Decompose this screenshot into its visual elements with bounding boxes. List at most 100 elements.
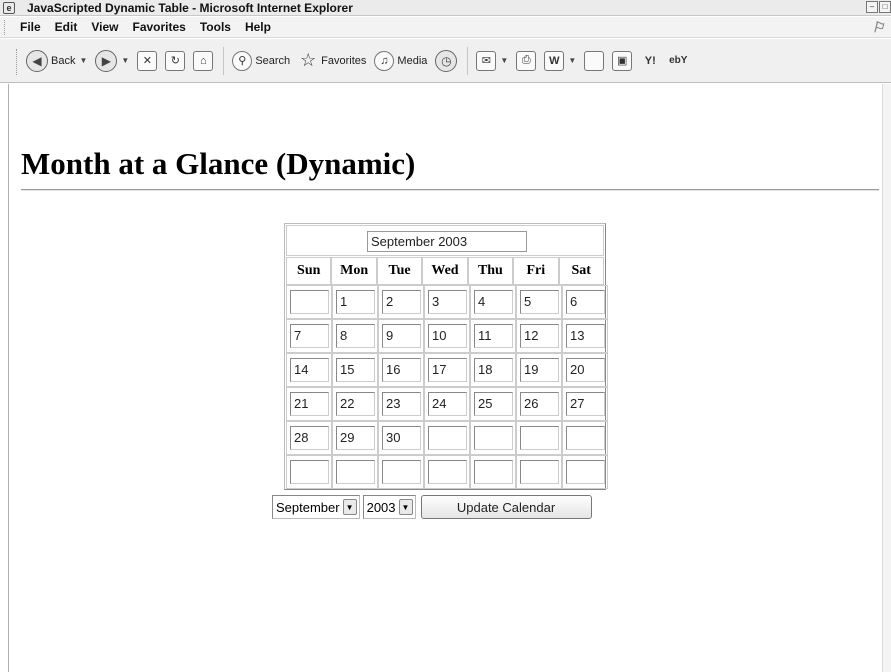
day-field[interactable]: 30 (382, 426, 421, 450)
stop-icon: ✕ (137, 50, 158, 71)
day-field[interactable] (520, 426, 559, 450)
day-field[interactable]: 23 (382, 392, 421, 416)
stop-button[interactable]: ✕ (137, 50, 158, 71)
vertical-scrollbar[interactable] (882, 84, 891, 672)
day-field[interactable]: 10 (428, 324, 467, 348)
calendar-day-cell: 11 (470, 319, 516, 353)
day-field[interactable]: 2 (382, 290, 421, 314)
horizontal-rule (21, 189, 879, 191)
day-field[interactable] (290, 460, 329, 484)
mail-dropdown-icon[interactable]: ▼ (500, 56, 508, 65)
day-field[interactable]: 27 (566, 392, 605, 416)
year-select[interactable]: 2003 ▼ (362, 495, 416, 519)
media-button[interactable]: ♫ Media (374, 50, 427, 71)
minimize-icon[interactable]: – (866, 1, 878, 13)
menu-edit[interactable]: Edit (55, 20, 78, 34)
day-field[interactable]: 25 (474, 392, 513, 416)
day-field[interactable]: 29 (336, 426, 375, 450)
menu-grip[interactable] (4, 20, 7, 35)
calendar-day-cell: 6 (562, 285, 608, 319)
day-field[interactable] (290, 290, 329, 314)
menu-file[interactable]: File (20, 20, 41, 34)
back-dropdown-icon[interactable]: ▼ (79, 56, 87, 65)
forward-button[interactable]: ▶ ▼ (95, 49, 129, 72)
day-field[interactable] (474, 426, 513, 450)
day-field[interactable]: 5 (520, 290, 559, 314)
calendar-day-cell: 17 (424, 353, 470, 387)
day-field[interactable] (520, 460, 559, 484)
ebay-button[interactable]: ebY (668, 51, 688, 71)
edit-dropdown-icon[interactable]: ▼ (568, 56, 576, 65)
day-field[interactable] (428, 426, 467, 450)
day-field[interactable] (382, 460, 421, 484)
maximize-icon[interactable]: □ (879, 1, 891, 13)
menu-tools[interactable]: Tools (200, 20, 231, 34)
messenger-button[interactable]: ▣ (612, 50, 633, 71)
day-field[interactable]: 14 (290, 358, 329, 382)
day-field[interactable]: 16 (382, 358, 421, 382)
day-field[interactable]: 24 (428, 392, 467, 416)
standard-toolbar: ◀ Back ▼ ▶ ▼ ✕ ↻ ⌂ ⚲ Search ☆ Favorites … (0, 39, 891, 83)
menu-favorites[interactable]: Favorites (132, 20, 185, 34)
day-field[interactable]: 3 (428, 290, 467, 314)
month-title-field[interactable]: September 2003 (367, 231, 527, 252)
discuss-button[interactable] (584, 50, 605, 71)
month-select[interactable]: September ▼ (272, 495, 360, 519)
refresh-button[interactable]: ↻ (165, 50, 186, 71)
day-field[interactable]: 22 (336, 392, 375, 416)
back-button[interactable]: ◀ Back ▼ (26, 49, 87, 72)
calendar-day-cell (562, 421, 608, 455)
calendar-day-cell: 26 (516, 387, 562, 421)
home-button[interactable]: ⌂ (193, 50, 214, 71)
day-field[interactable]: 8 (336, 324, 375, 348)
search-button[interactable]: ⚲ Search (232, 50, 290, 71)
calendar-day-cell: 29 (332, 421, 378, 455)
calendar-day-cell (470, 455, 516, 489)
day-field[interactable]: 4 (474, 290, 513, 314)
day-field[interactable]: 12 (520, 324, 559, 348)
day-field[interactable] (336, 460, 375, 484)
mail-button[interactable]: ✉ ▼ (476, 50, 508, 71)
day-field[interactable]: 15 (336, 358, 375, 382)
day-field[interactable]: 9 (382, 324, 421, 348)
forward-dropdown-icon[interactable]: ▼ (121, 56, 129, 65)
day-field[interactable] (428, 460, 467, 484)
day-field[interactable]: 26 (520, 392, 559, 416)
day-field[interactable]: 7 (290, 324, 329, 348)
toolbar-grip[interactable] (16, 49, 19, 75)
star-icon: ☆ (300, 50, 317, 70)
day-field[interactable]: 13 (566, 324, 605, 348)
calendar-day-cell: 27 (562, 387, 608, 421)
day-field[interactable]: 19 (520, 358, 559, 382)
update-calendar-button[interactable]: Update Calendar (420, 495, 592, 519)
calendar-table: September 2003 Sun Mon Tue Wed Thu Fri S… (284, 223, 608, 490)
calendar-day-cell: 4 (470, 285, 516, 319)
history-button[interactable]: ◷ (435, 49, 458, 72)
day-field[interactable] (566, 426, 605, 450)
back-arrow-icon: ◀ (26, 49, 48, 72)
day-field[interactable]: 21 (290, 392, 329, 416)
yahoo-button[interactable]: Y! (640, 51, 660, 71)
print-button[interactable]: ⎙ (516, 50, 537, 71)
menu-view[interactable]: View (91, 20, 118, 34)
search-icon: ⚲ (232, 50, 253, 71)
edit-button[interactable]: W ▼ (544, 50, 576, 71)
day-field[interactable]: 17 (428, 358, 467, 382)
day-field[interactable]: 6 (566, 290, 605, 314)
day-header: Tue (376, 257, 423, 285)
calendar-day-cell (516, 421, 562, 455)
day-field[interactable]: 1 (336, 290, 375, 314)
day-field[interactable] (474, 460, 513, 484)
day-field[interactable]: 20 (566, 358, 605, 382)
chevron-down-icon[interactable]: ▼ (342, 499, 357, 515)
chevron-down-icon[interactable]: ▼ (398, 499, 413, 515)
calendar-day-cell: 7 (286, 319, 332, 353)
ie-app-icon[interactable]: e (3, 1, 15, 14)
menu-help[interactable]: Help (245, 20, 271, 34)
day-field[interactable]: 11 (474, 324, 513, 348)
favorites-button[interactable]: ☆ Favorites (298, 50, 366, 71)
day-field[interactable]: 28 (290, 426, 329, 450)
day-field[interactable] (566, 460, 605, 484)
back-label: Back (51, 54, 76, 67)
day-field[interactable]: 18 (474, 358, 513, 382)
